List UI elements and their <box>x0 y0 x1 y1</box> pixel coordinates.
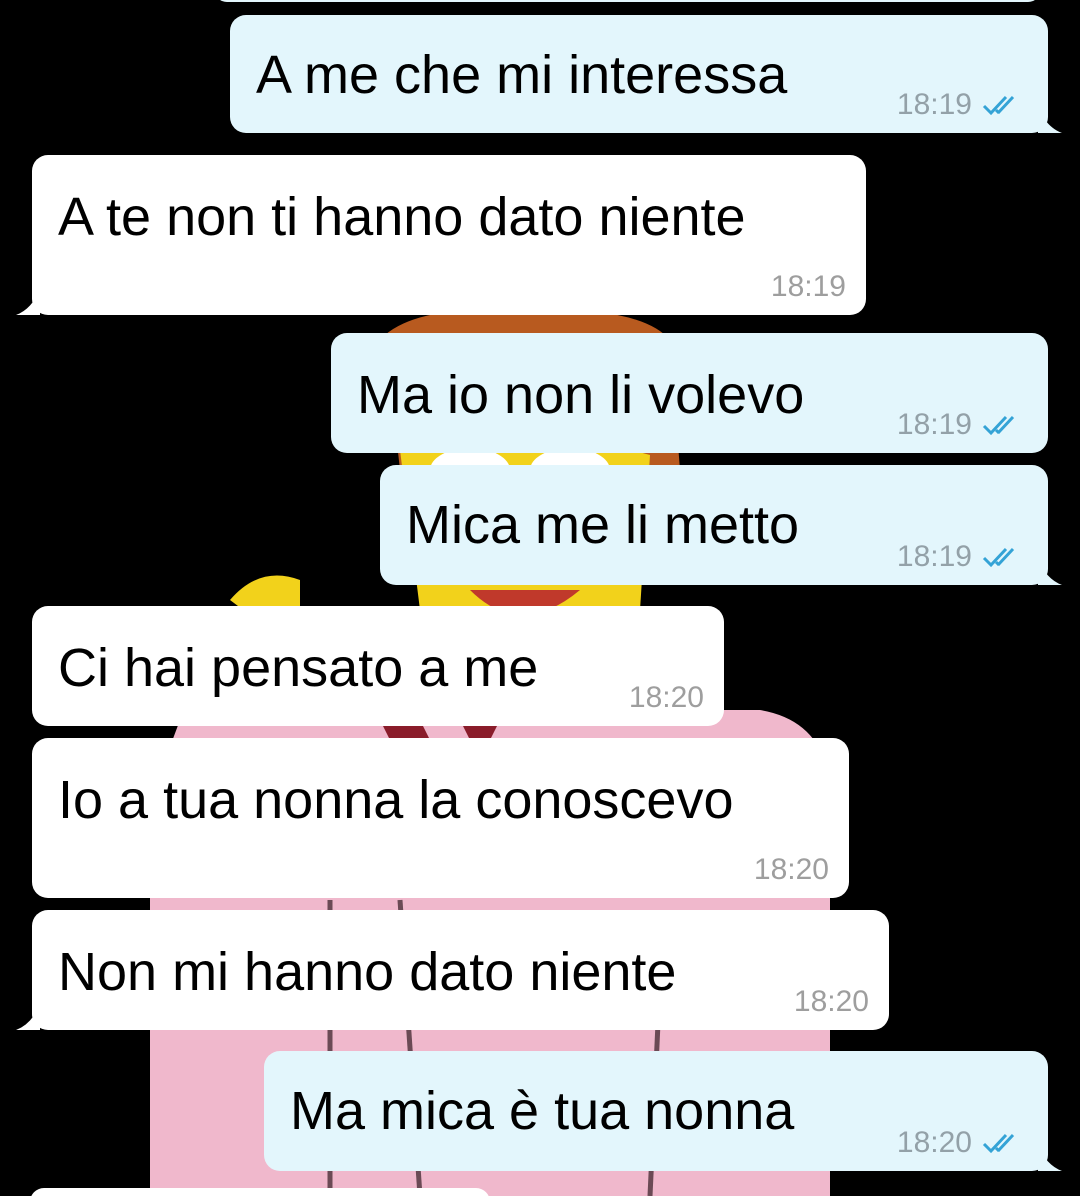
bubble-tail <box>1038 559 1062 585</box>
message-text: Ci hai pensato a me <box>58 638 539 698</box>
message-meta: 18:20 <box>754 852 829 888</box>
message-meta: 18:19 <box>897 87 1028 123</box>
message-time: 18:19 <box>770 270 846 303</box>
message-bubble-outgoing[interactable]: Mica me li metto 18:19 <box>380 465 1062 585</box>
message-bubble-incoming[interactable]: Non mi hanno dato niente 18:20 <box>16 910 889 1030</box>
double-check-read-icon <box>982 547 1015 568</box>
bubble-tail <box>1038 1145 1062 1171</box>
message-bubble-incoming[interactable]: A te non ti hanno dato niente 18:19 <box>16 155 866 315</box>
message-bubble-outgoing[interactable]: A me che mi interessa 18:19 <box>230 15 1062 133</box>
message-bubble-outgoing[interactable]: Ma mica è tua nonna 18:20 <box>264 1051 1062 1171</box>
message-time: 18:20 <box>793 985 869 1018</box>
message-bubble-outgoing[interactable]: Ma io non li volevo 18:19 <box>331 333 1048 453</box>
double-check-read-icon <box>982 1133 1015 1154</box>
message-list[interactable]: A me che mi interessa 18:19 A te non ti … <box>0 0 1080 1196</box>
message-time: 18:19 <box>896 540 972 573</box>
message-bubble-incoming[interactable]: Ci hai pensato a me 18:20 <box>32 606 724 726</box>
message-meta: 18:19 <box>897 539 1028 575</box>
message-time: 18:19 <box>896 408 972 441</box>
message-text: A te non ti hanno dato niente <box>58 187 746 247</box>
message-meta: 18:19 <box>897 407 1028 443</box>
message-text: Non mi hanno dato niente <box>58 942 677 1002</box>
double-check-read-icon <box>982 415 1015 436</box>
message-meta: 18:20 <box>629 680 704 716</box>
message-meta: 18:20 <box>794 984 869 1020</box>
message-text: Io a tua nonna la conoscevo <box>58 770 734 830</box>
bubble-tail <box>16 289 40 315</box>
message-bubble-incoming[interactable]: Io a tua nonna la conoscevo 18:20 <box>32 738 849 898</box>
bubble-tail <box>1038 107 1062 133</box>
message-time: 18:20 <box>628 681 704 714</box>
double-check-read-icon <box>982 95 1015 116</box>
message-meta: 18:20 <box>897 1125 1028 1161</box>
message-time: 18:20 <box>896 1126 972 1159</box>
message-time: 18:20 <box>753 853 829 886</box>
bubble-tail <box>16 1004 40 1030</box>
message-meta: 18:19 <box>771 269 846 305</box>
message-time: 18:19 <box>896 88 972 121</box>
